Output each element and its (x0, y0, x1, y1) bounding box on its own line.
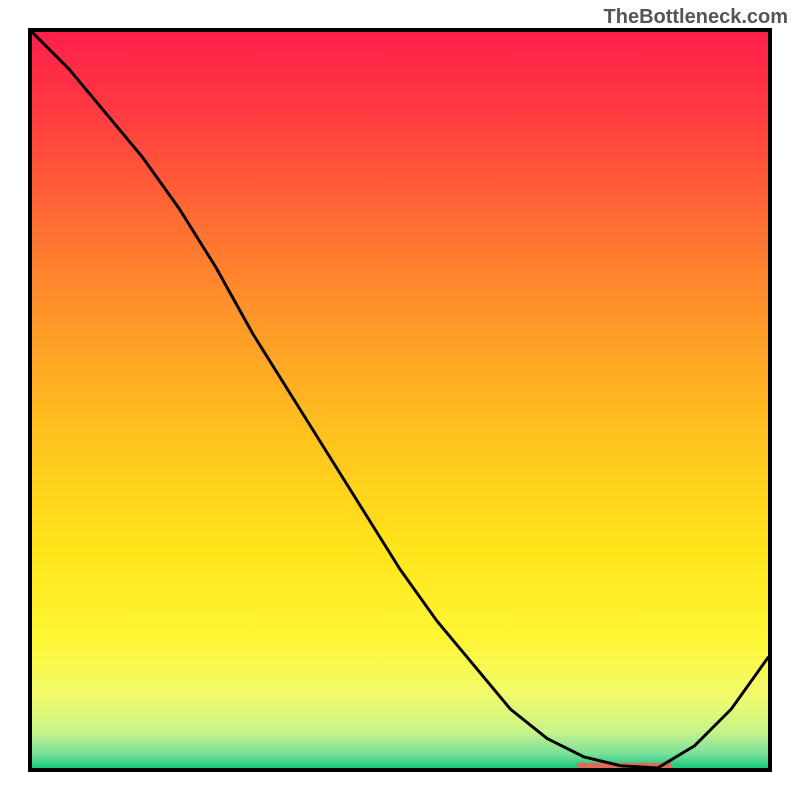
plot-frame (28, 28, 772, 772)
attribution-text: TheBottleneck.com (604, 6, 788, 29)
plot-area (32, 32, 768, 768)
chart-container: TheBottleneck.com (0, 0, 800, 800)
data-curve (32, 32, 768, 768)
